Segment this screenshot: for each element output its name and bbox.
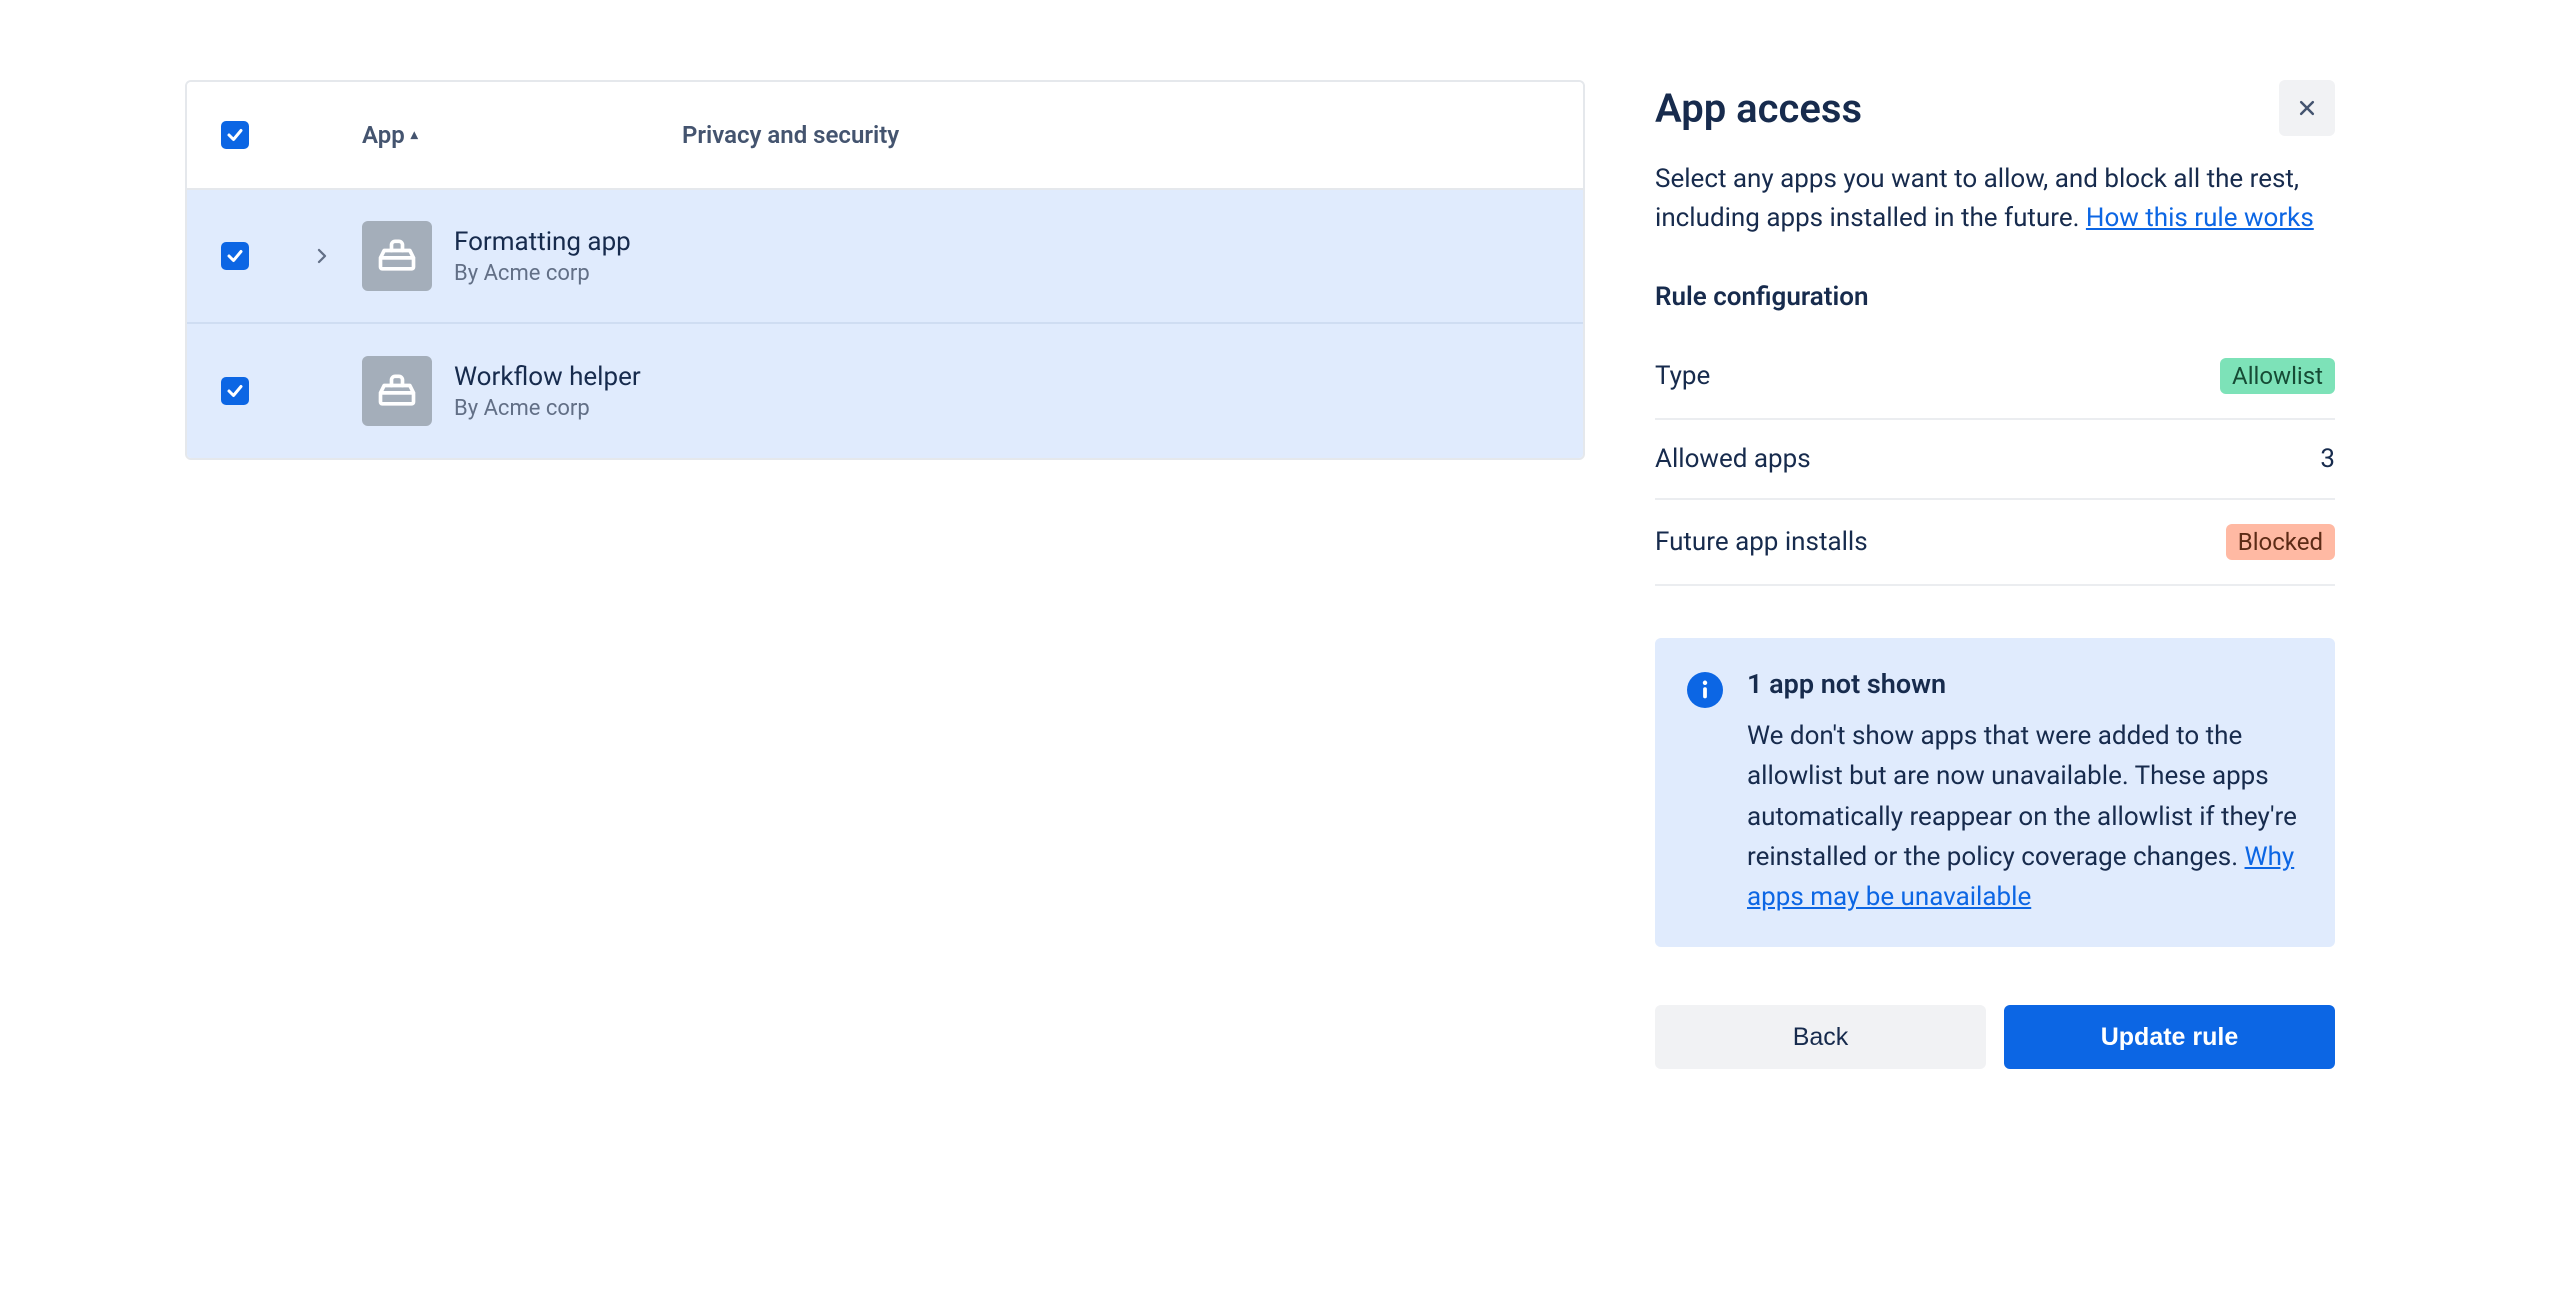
check-icon [226,247,244,265]
col-header-app-label: App [362,121,405,149]
close-button[interactable] [2279,80,2335,136]
rule-config-list: Type Allowlist Allowed apps 3 Future app… [1655,334,2335,586]
allowlist-badge: Allowlist [2220,358,2335,394]
info-title: 1 app not shown [1747,668,2303,700]
col-header-privacy-label: Privacy and security [682,121,899,149]
app-vendor: By Acme corp [454,261,631,286]
select-all-checkbox[interactable] [221,121,249,149]
table-row[interactable]: Workflow helper By Acme corp [187,324,1583,458]
config-allowed-label: Allowed apps [1655,444,1811,474]
app-name: Workflow helper [454,362,641,392]
app-icon [362,221,432,291]
panel-description: Select any apps you want to allow, and b… [1655,160,2335,238]
how-rule-works-link[interactable]: How this rule works [2086,203,2314,233]
col-header-privacy[interactable]: Privacy and security [682,121,899,149]
config-future-label: Future app installs [1655,527,1868,557]
toolbox-icon [375,369,419,413]
rule-config-heading: Rule configuration [1655,282,2335,312]
config-row-type: Type Allowlist [1655,334,2335,420]
check-icon [226,382,244,400]
app-access-panel: App access Select any apps you want to a… [1655,80,2335,1069]
allowed-apps-count: 3 [2320,444,2335,474]
info-body-text: We don't show apps that were added to th… [1747,716,2303,917]
app-vendor: By Acme corp [454,396,641,421]
info-glyph-icon [1700,680,1710,700]
row-checkbox[interactable] [221,377,249,405]
sort-asc-icon: ▴ [411,127,418,143]
info-body-pre: We don't show apps that were added to th… [1747,721,2297,872]
expand-row-button[interactable] [309,243,335,269]
update-rule-button[interactable]: Update rule [2004,1005,2335,1069]
config-type-label: Type [1655,361,1710,391]
app-icon [362,356,432,426]
chevron-right-icon [313,247,331,265]
config-row-allowed: Allowed apps 3 [1655,420,2335,500]
col-header-app[interactable]: App ▴ [362,121,418,149]
row-checkbox[interactable] [221,242,249,270]
panel-title: App access [1655,85,1862,132]
toolbox-icon [375,234,419,278]
check-icon [226,126,244,144]
table-header: App ▴ Privacy and security [187,82,1583,190]
app-table-container: App ▴ Privacy and security [185,80,1585,1069]
info-icon [1687,672,1723,708]
table-row[interactable]: Formatting app By Acme corp [187,190,1583,324]
blocked-badge: Blocked [2226,524,2335,560]
close-icon [2297,98,2317,118]
panel-button-row: Back Update rule [1655,1005,2335,1069]
app-name: Formatting app [454,227,631,257]
back-button[interactable]: Back [1655,1005,1986,1069]
config-row-future: Future app installs Blocked [1655,500,2335,586]
info-card: 1 app not shown We don't show apps that … [1655,638,2335,947]
app-table: App ▴ Privacy and security [185,80,1585,460]
